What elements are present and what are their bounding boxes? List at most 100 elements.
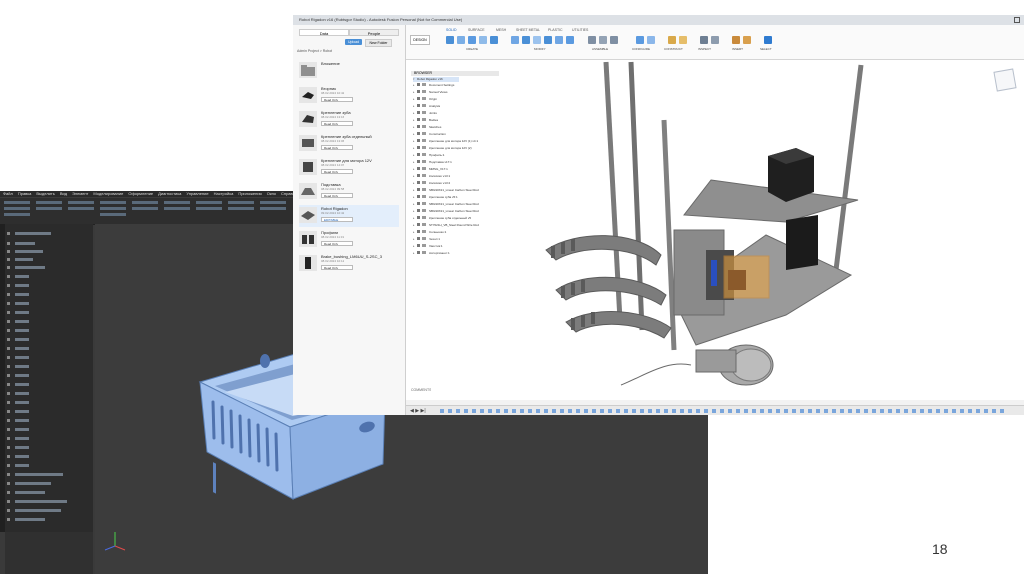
access-dropdown[interactable]: Read Only <box>321 265 353 270</box>
press-pull-icon[interactable] <box>522 36 530 44</box>
tree-row[interactable] <box>7 356 91 360</box>
browser-root[interactable]: ▾ Robot Rigadon v16 <box>413 77 459 82</box>
access-dropdown[interactable]: Read Only <box>321 169 353 174</box>
tree-row[interactable] <box>7 473 91 477</box>
ribbon-button[interactable] <box>196 207 222 210</box>
browser-item[interactable]: ▸ Чехол:1 <box>413 237 440 242</box>
data-item[interactable]: Вторник 08.02.2024 10:42 Read Only <box>299 85 399 107</box>
joint-icon[interactable] <box>588 36 596 44</box>
access-dropdown[interactable]: Read Only <box>321 241 353 246</box>
tree-row[interactable] <box>7 491 91 495</box>
upload-button[interactable]: Upload <box>345 39 362 45</box>
timeline[interactable]: ◀ ▶ ▶| <box>406 405 1024 415</box>
browser-item[interactable]: ▸ MMSG_V17:1 <box>413 167 448 172</box>
menu-file[interactable]: Файл <box>3 191 13 197</box>
tree-row[interactable] <box>7 419 91 423</box>
browser-item[interactable]: ▸ SBG90X21_Linear Carbon Steel Rod <box>413 209 479 214</box>
browser-item[interactable]: ▸ Крепление зуба отдельный v5 <box>413 216 471 221</box>
group-construct-label[interactable]: CONSTRUCT <box>664 47 683 51</box>
tab-mesh[interactable]: MESH <box>496 28 506 32</box>
sketch-icon[interactable] <box>457 36 465 44</box>
ribbon-button[interactable] <box>36 207 62 210</box>
tree-row[interactable] <box>7 250 91 254</box>
tree-row[interactable] <box>7 365 91 369</box>
browser-item[interactable]: ▸ Document Settings <box>413 83 454 88</box>
data-item[interactable]: Крепление зуба 08.02.2024 13:16 Read Onl… <box>299 109 399 131</box>
ribbon-button[interactable] <box>260 201 286 204</box>
menu-edit[interactable]: Правка <box>18 191 32 197</box>
tree-row[interactable] <box>7 329 91 333</box>
browser-item[interactable]: ▸ Хвостик:1 <box>413 244 443 249</box>
menu-view[interactable]: Вид <box>60 191 67 197</box>
data-item[interactable]: Подставка 08.02.2024 09:58 Read Only <box>299 181 399 203</box>
tab-plastic[interactable]: PLASTIC <box>548 28 563 32</box>
browser-item[interactable]: ▸ Колёсико v13:1 <box>413 174 450 179</box>
configure-icon[interactable] <box>647 36 655 44</box>
combine-icon[interactable] <box>544 36 552 44</box>
browser-item[interactable]: ▸ Analysis <box>413 104 440 109</box>
tree-row[interactable] <box>7 302 91 306</box>
tree-row[interactable] <box>7 383 91 387</box>
move-icon[interactable] <box>566 36 574 44</box>
revolve-icon[interactable] <box>479 36 487 44</box>
ribbon-button[interactable] <box>4 213 30 216</box>
data-item[interactable]: Профили 08.02.2024 11:31 Read Only <box>299 229 399 251</box>
tab-surface[interactable]: SURFACE <box>468 28 485 32</box>
tree-row[interactable] <box>7 374 91 378</box>
browser-item[interactable]: ▸ Origin <box>413 97 437 102</box>
close-icon[interactable] <box>1014 17 1020 23</box>
browser-item[interactable]: ▸ Sketches <box>413 125 441 130</box>
offset-plane-icon[interactable] <box>668 36 676 44</box>
tree-row[interactable] <box>7 509 91 513</box>
group-insert-label[interactable]: INSERT <box>732 47 743 51</box>
tree-row[interactable] <box>7 500 91 504</box>
access-dropdown[interactable]: EDITABLE <box>321 217 353 222</box>
ribbon-button[interactable] <box>132 207 158 210</box>
browser-item[interactable]: ▸ Подставка v17:1 <box>413 160 452 165</box>
tab-utilities[interactable]: UTILITIES <box>572 28 588 32</box>
tree-row[interactable] <box>7 482 91 486</box>
tab-data[interactable]: Data <box>299 29 349 36</box>
view-cube[interactable] <box>993 68 1017 92</box>
ribbon-button[interactable] <box>100 201 126 204</box>
tree-row[interactable] <box>7 242 91 246</box>
data-item[interactable]: Brake_bushing_LM6UU_S-2SC_3 08.02.2024 1… <box>299 253 399 275</box>
ribbon-button[interactable] <box>260 207 286 210</box>
fillet-icon[interactable] <box>511 36 519 44</box>
tree-row[interactable] <box>7 464 91 468</box>
tree-row[interactable] <box>7 258 91 262</box>
tab-people[interactable]: People <box>349 29 399 36</box>
tree-row[interactable] <box>7 266 91 270</box>
hole-icon[interactable] <box>490 36 498 44</box>
browser-item[interactable]: ▸ Колёсико v13:2 <box>413 181 450 186</box>
ribbon-button[interactable] <box>68 201 94 204</box>
ribbon-button[interactable] <box>164 207 190 210</box>
browser-item[interactable]: ▸ Ассортимент:1 <box>413 251 450 256</box>
group-assemble-label[interactable]: ASSEMBLE <box>592 47 608 51</box>
data-item-selected[interactable]: Robot Rigadon 09.02.2024 10:42 EDITABLE <box>299 205 399 227</box>
ribbon-button[interactable] <box>4 201 30 204</box>
select-icon[interactable] <box>764 36 772 44</box>
tree-row[interactable] <box>7 401 91 405</box>
browser-item[interactable]: ▸ SBG90X21_Linear Carbon Steel Rod <box>413 202 479 207</box>
tree-row[interactable] <box>7 347 91 351</box>
ribbon-button[interactable] <box>36 201 62 204</box>
menu-settings[interactable]: Настройка <box>214 191 234 197</box>
decal-icon[interactable] <box>743 36 751 44</box>
tree-row[interactable] <box>7 446 91 450</box>
menu-design[interactable]: Оформление <box>128 191 153 197</box>
menu-select[interactable]: Выделить <box>36 191 54 197</box>
comments-panel[interactable]: COMMENTS <box>411 388 431 393</box>
menu-apps[interactable]: Приложения <box>238 191 261 197</box>
browser-item[interactable]: ▸ Профиль:1 <box>413 153 444 158</box>
ribbon-button[interactable] <box>228 201 254 204</box>
group-modify-label[interactable]: MODIFY <box>534 47 546 51</box>
browser-item[interactable]: ▸ Joints <box>413 111 437 116</box>
browser-item[interactable]: ▸ ST7021H_VB_Steel Round Wire Rod <box>413 223 479 228</box>
group-configure-label[interactable]: CONFIGURE <box>632 47 650 51</box>
menu-manage[interactable]: Управление <box>186 191 208 197</box>
tree-row[interactable] <box>7 518 91 522</box>
ribbon-button[interactable] <box>196 201 222 204</box>
scale-icon[interactable] <box>555 36 563 44</box>
browser-item[interactable]: ▸ Construction <box>413 132 446 137</box>
